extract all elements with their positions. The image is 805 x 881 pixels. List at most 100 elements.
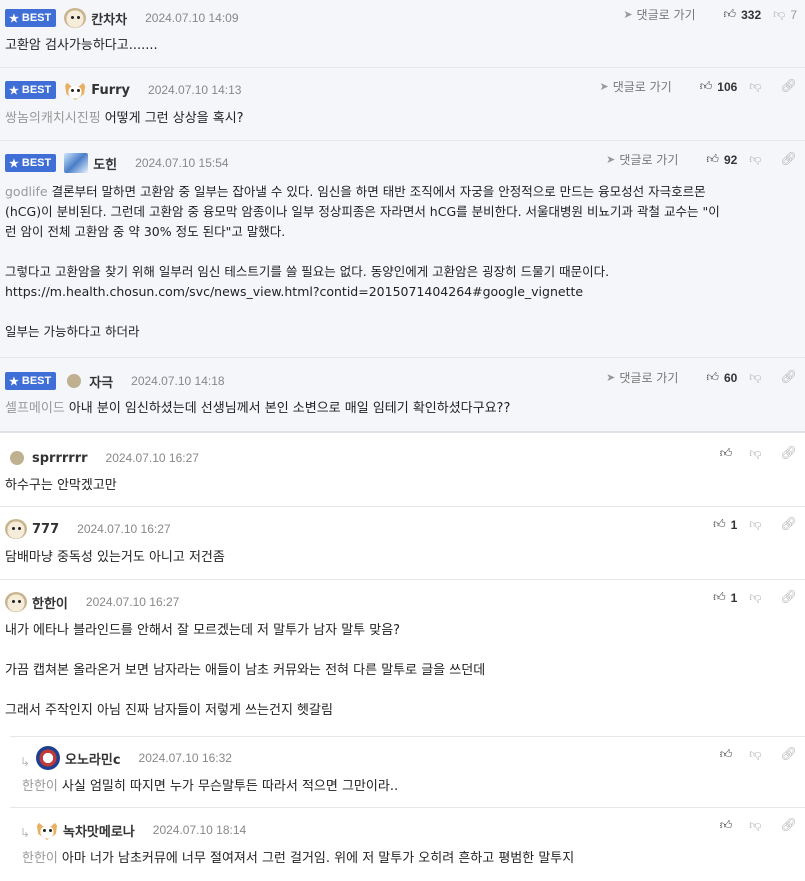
reply-tag[interactable]: 쌍놈의캐치시진핑 bbox=[5, 111, 101, 126]
avatar[interactable] bbox=[36, 820, 58, 840]
arrow-icon: ➤ bbox=[599, 80, 609, 93]
upvote-count: 106 bbox=[717, 79, 738, 94]
comment-body: 한한이 아마 너가 남초커뮤에 너무 절여져서 그런 걸거임. 위에 저 말투가 … bbox=[22, 851, 575, 866]
upvote-button[interactable]: 👍︎ 1 bbox=[713, 590, 737, 605]
upvote-button[interactable]: 👍︎ bbox=[720, 747, 738, 762]
comment-item: sprrrrrr 2024.07.10 16:27 👍︎ 👎︎ 🔗︎ 하수구는 … bbox=[0, 435, 805, 507]
upvote-button[interactable]: 👍︎ 332 bbox=[724, 7, 762, 22]
link-icon[interactable]: 🔗︎ bbox=[780, 818, 797, 833]
star-icon: ★ bbox=[9, 12, 19, 25]
best-badge: ★ BEST bbox=[5, 81, 57, 99]
nickname[interactable]: Furry bbox=[91, 83, 130, 98]
comment-actions: 👍︎ 👎︎ 🔗︎ bbox=[708, 747, 797, 762]
comment-date: 2024.07.10 15:54 bbox=[135, 156, 229, 170]
downvote-button[interactable]: 👎︎ bbox=[749, 370, 766, 385]
downvote-button[interactable]: 👎︎ bbox=[749, 152, 766, 167]
comment-body: 셀프메이드 아내 분이 임신하셨는데 선생님께서 본인 소변으로 매일 임테기 확… bbox=[5, 401, 511, 416]
upvote-button[interactable]: 👍︎ 92 bbox=[706, 152, 737, 167]
comment-item: 한한이 2024.07.10 16:27 👍︎ 1 👎︎ 🔗︎ 내가 에타나 블라… bbox=[0, 580, 805, 736]
goto-comment-link[interactable]: ➤ 댓글로 가기 bbox=[606, 151, 678, 168]
downvote-button[interactable]: 👎︎ 7 bbox=[773, 7, 797, 22]
comment-meta: sprrrrrr 2024.07.10 16:27 bbox=[5, 448, 199, 468]
comment-body: 하수구는 안막겠고만 bbox=[5, 478, 117, 493]
upvote-count: 332 bbox=[741, 7, 762, 22]
article-link[interactable]: https://m.health.chosun.com/svc/news_vie… bbox=[5, 282, 795, 302]
avatar[interactable] bbox=[64, 153, 89, 173]
thumbs-up-icon: 👍︎ bbox=[713, 517, 726, 531]
arrow-icon: ➤ bbox=[623, 8, 633, 21]
link-icon[interactable]: 🔗︎ bbox=[780, 370, 797, 385]
nickname[interactable]: 자극 bbox=[89, 372, 113, 391]
upvote-button[interactable]: 👍︎ bbox=[720, 818, 738, 833]
upvote-button[interactable]: 👍︎ 1 bbox=[713, 517, 737, 532]
nickname[interactable]: 한한이 bbox=[32, 593, 68, 612]
downvote-count: 7 bbox=[790, 7, 797, 22]
upvote-count: 92 bbox=[723, 152, 738, 167]
goto-comment-link[interactable]: ➤ 댓글로 가기 bbox=[606, 369, 678, 386]
comment-meta: 한한이 2024.07.10 16:27 bbox=[5, 592, 179, 612]
link-icon[interactable]: 🔗︎ bbox=[780, 446, 797, 461]
comment-date: 2024.07.10 18:14 bbox=[152, 823, 247, 837]
upvote-count: 60 bbox=[723, 370, 738, 385]
thumbs-down-icon: 👎︎ bbox=[749, 517, 762, 531]
nickname[interactable]: sprrrrrr bbox=[32, 451, 88, 466]
upvote-button[interactable]: 👍︎ 60 bbox=[706, 370, 737, 385]
upvote-button[interactable]: 👍︎ bbox=[720, 446, 738, 461]
thumbs-down-icon: 👎︎ bbox=[773, 7, 786, 21]
comment-date: 2024.07.10 16:27 bbox=[105, 451, 199, 465]
avatar[interactable] bbox=[67, 374, 82, 388]
link-icon[interactable]: 🔗︎ bbox=[780, 152, 797, 167]
goto-comment-link[interactable]: ➤ 댓글로 가기 bbox=[623, 6, 695, 23]
comment-actions: 👍︎ 1 👎︎ 🔗︎ bbox=[701, 590, 797, 605]
reply-tag[interactable]: godlife bbox=[5, 184, 48, 199]
arrow-icon: ➤ bbox=[606, 371, 616, 384]
comment-meta: ★ BEST 도힌 2024.07.10 15:54 bbox=[5, 153, 229, 173]
link-icon[interactable]: 🔗︎ bbox=[780, 590, 797, 605]
upvote-count: 1 bbox=[730, 517, 738, 532]
avatar[interactable] bbox=[10, 451, 24, 465]
thumbs-up-icon: 👍︎ bbox=[719, 446, 733, 460]
avatar[interactable] bbox=[5, 519, 27, 539]
comment-meta: 오노라민c 2024.07.10 16:32 bbox=[36, 746, 232, 770]
star-icon: ★ bbox=[9, 157, 19, 170]
comment-actions: ➤ 댓글로 가기 👍︎ 92 👎︎ 🔗︎ bbox=[606, 151, 797, 168]
downvote-button[interactable]: 👎︎ bbox=[749, 590, 766, 605]
thumbs-down-icon: 👎︎ bbox=[749, 747, 762, 761]
reply-tag[interactable]: 셀프메이드 bbox=[5, 401, 65, 416]
avatar[interactable] bbox=[36, 746, 60, 770]
nickname[interactable]: 도힌 bbox=[93, 154, 117, 173]
avatar[interactable] bbox=[64, 80, 87, 100]
comment-date: 2024.07.10 16:32 bbox=[138, 751, 232, 765]
link-icon[interactable]: 🔗︎ bbox=[780, 517, 797, 532]
downvote-button[interactable]: 👎︎ bbox=[749, 517, 766, 532]
nickname[interactable]: 녹차맛메로나 bbox=[63, 821, 135, 840]
comment-body: 쌍놈의캐치시진핑 어떻게 그런 상상을 혹시? bbox=[5, 111, 244, 126]
best-badge: ★ BEST bbox=[5, 372, 57, 390]
comment-date: 2024.07.10 14:09 bbox=[145, 11, 239, 25]
star-icon: ★ bbox=[9, 375, 19, 388]
link-icon[interactable]: 🔗︎ bbox=[780, 79, 797, 94]
star-icon: ★ bbox=[9, 84, 19, 97]
downvote-button[interactable]: 👎︎ bbox=[749, 747, 766, 762]
reply-tag[interactable]: 한한이 bbox=[22, 851, 58, 866]
nickname[interactable]: 칸차차 bbox=[91, 9, 127, 28]
comment-actions: 👍︎ 1 👎︎ 🔗︎ bbox=[701, 517, 797, 532]
avatar[interactable] bbox=[64, 8, 87, 28]
link-icon[interactable]: 🔗︎ bbox=[780, 747, 797, 762]
thumbs-down-icon: 👎︎ bbox=[749, 370, 762, 384]
thumbs-down-icon: 👎︎ bbox=[749, 446, 762, 460]
avatar[interactable] bbox=[5, 592, 27, 612]
downvote-button[interactable]: 👎︎ bbox=[749, 79, 766, 94]
comment-item: ★ BEST 자극 2024.07.10 14:18 ➤ 댓글로 가기 👍︎ 60 👎… bbox=[0, 358, 805, 433]
goto-comment-link[interactable]: ➤ 댓글로 가기 bbox=[599, 78, 671, 95]
comment-body: godlife 결론부터 말하면 고환암 중 일부는 잡아낼 수 있다. 임신을 … bbox=[5, 182, 795, 342]
thumbs-up-icon: 👍︎ bbox=[706, 370, 719, 384]
nickname[interactable]: 777 bbox=[32, 522, 59, 537]
downvote-button[interactable]: 👎︎ bbox=[749, 446, 766, 461]
downvote-button[interactable]: 👎︎ bbox=[749, 818, 766, 833]
upvote-button[interactable]: 👍︎ 106 bbox=[700, 79, 738, 94]
reply-tag[interactable]: 한한이 bbox=[22, 779, 58, 794]
thumbs-down-icon: 👎︎ bbox=[749, 152, 762, 166]
nickname[interactable]: 오노라민c bbox=[65, 749, 121, 768]
comment-date: 2024.07.10 16:27 bbox=[85, 595, 180, 609]
